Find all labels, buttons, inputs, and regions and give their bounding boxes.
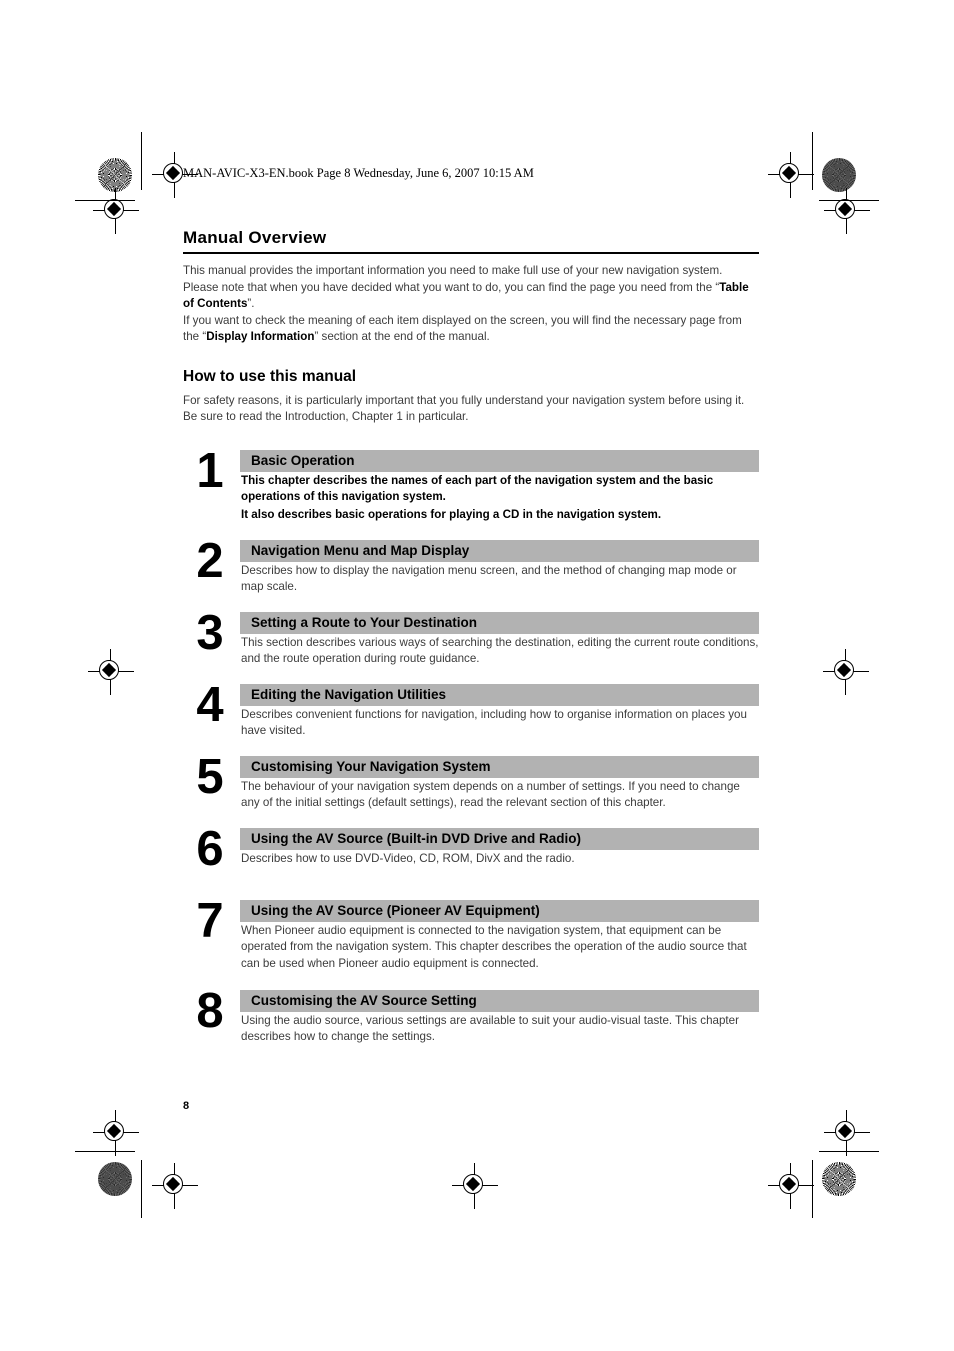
file-stamp-header: MAN-AVIC-X3-EN.book Page 8 Wednesday, Ju…: [183, 166, 534, 180]
chapter-description: Describes how to use DVD-Video, CD, ROM,…: [241, 851, 575, 865]
chapter-body: Setting a Route to Your Destination This…: [240, 611, 759, 668]
chapter-heading-bar: Navigation Menu and Map Display: [240, 539, 759, 562]
manual-overview-paragraph-1: This manual provides the important infor…: [183, 264, 723, 277]
chapter-body: Editing the Navigation Utilities Describ…: [240, 683, 759, 740]
registration-mark-top-right: [768, 152, 814, 198]
chapter-body: Using the AV Source (Built-in DVD Drive …: [240, 827, 759, 868]
chapter-entry: 8 Customising the AV Source Setting Usin…: [183, 984, 759, 1050]
registration-mark-bottom-center: [452, 1163, 498, 1209]
chapter-body: Using the AV Source (Pioneer AV Equipmen…: [240, 899, 759, 973]
trim-guide-bottom-right-horizontal: [819, 1151, 879, 1152]
rosette-mark-bottom-right: [822, 1162, 856, 1196]
chapter-entry: 3 Setting a Route to Your Destination Th…: [183, 606, 759, 684]
registration-mark-top-left-inner: [93, 188, 139, 234]
rosette-mark-top-left: [98, 158, 132, 192]
chapter-description: This chapter describes the names of each…: [241, 473, 714, 504]
registration-mark-top-right-inner: [824, 188, 870, 234]
trim-guide-top-right-vertical: [812, 132, 813, 190]
rosette-mark-top-right: [822, 158, 856, 192]
chapter-heading-bar: Customising Your Navigation System: [240, 755, 759, 778]
chapter-entry: 5 Customising Your Navigation System The…: [183, 750, 759, 828]
trim-guide-top-left-horizontal: [75, 200, 135, 201]
chapter-1-cd-text-a: It also describes basic operations for p…: [241, 507, 503, 521]
chapter-entry: 6 Using the AV Source (Built-in DVD Driv…: [183, 822, 759, 900]
trim-guide-bottom-left-vertical: [141, 1160, 142, 1218]
registration-mark-bottom-left-inner: [93, 1110, 139, 1156]
document-page: MAN-AVIC-X3-EN.book Page 8 Wednesday, Ju…: [0, 0, 954, 1351]
registration-mark-middle-left: [88, 649, 134, 695]
page-number: 8: [183, 1100, 190, 1112]
trim-guide-bottom-left-horizontal: [75, 1151, 135, 1152]
registration-mark-bottom-right: [768, 1163, 814, 1209]
manual-overview-p3-text-c: ” section at the end of the manual.: [314, 330, 490, 343]
chapter-description: The behaviour of your navigation system …: [241, 779, 740, 810]
chapter-number: 8: [196, 983, 224, 1038]
chapter-description: When Pioneer audio equipment is connecte…: [241, 923, 747, 970]
chapter-number: 1: [196, 443, 224, 498]
display-information-reference: Display Information: [206, 330, 315, 343]
page-title: Manual Overview: [183, 228, 327, 247]
chapter-number: 2: [196, 533, 224, 588]
cd-reference: CD: [502, 507, 520, 521]
chapter-heading-bar: Basic Operation: [240, 449, 759, 472]
chapter-body: Customising the AV Source Setting Using …: [240, 989, 759, 1046]
trim-guide-bottom-right-vertical: [812, 1160, 813, 1218]
page-content: Manual Overview This manual provides the…: [183, 228, 759, 1050]
manual-overview-paragraph-3: If you want to check the meaning of each…: [183, 313, 759, 346]
chapter-description: Describes convenient functions for navig…: [241, 707, 747, 738]
chapter-body: Basic Operation This chapter describes t…: [240, 449, 759, 524]
chapter-list: 1 Basic Operation This chapter describes…: [183, 444, 759, 1050]
chapter-number: 3: [196, 605, 224, 660]
chapter-entry: 4 Editing the Navigation Utilities Descr…: [183, 678, 759, 756]
trim-guide-top-right-horizontal: [819, 200, 879, 201]
chapter-description: Using the audio source, various settings…: [241, 1013, 739, 1044]
chapter-body: Navigation Menu and Map Display Describe…: [240, 539, 759, 596]
registration-mark-bottom-right-inner: [824, 1110, 870, 1156]
chapter-heading-bar: Customising the AV Source Setting: [240, 989, 759, 1012]
chapter-entry: 7 Using the AV Source (Pioneer AV Equipm…: [183, 894, 759, 990]
registration-mark-bottom-left: [152, 1163, 198, 1209]
chapter-heading-bar: Setting a Route to Your Destination: [240, 611, 759, 634]
chapter-entry: 1 Basic Operation This chapter describes…: [183, 444, 759, 540]
how-to-use-paragraph: For safety reasons, it is particularly i…: [183, 393, 745, 424]
chapter-1-cd-text-c: in the navigation system.: [519, 507, 662, 521]
chapter-heading-bar: Editing the Navigation Utilities: [240, 683, 759, 706]
manual-overview-paragraph-2: Please note that when you have decided w…: [183, 280, 759, 313]
chapter-description-extra: It also describes basic operations for p…: [241, 507, 759, 524]
manual-overview-p2-text-a: Please note that when you have decided w…: [183, 280, 720, 294]
trim-guide-top-left-vertical: [141, 132, 142, 190]
chapter-heading-bar: Using the AV Source (Built-in DVD Drive …: [240, 827, 759, 850]
registration-mark-middle-right: [823, 649, 869, 695]
chapter-entry: 2 Navigation Menu and Map Display Descri…: [183, 534, 759, 612]
chapter-body: Customising Your Navigation System The b…: [240, 755, 759, 812]
chapter-number: 7: [196, 893, 224, 948]
chapter-description: Describes how to display the navigation …: [241, 563, 737, 594]
rosette-mark-bottom-left: [98, 1162, 132, 1196]
how-to-use-title: How to use this manual: [183, 367, 357, 385]
title-underline: [183, 252, 759, 254]
chapter-number: 5: [196, 749, 224, 804]
manual-overview-p2-text-c: ”.: [247, 297, 255, 310]
chapter-description: This section describes various ways of s…: [241, 635, 759, 666]
chapter-number: 4: [196, 677, 224, 732]
chapter-heading-bar: Using the AV Source (Pioneer AV Equipmen…: [240, 899, 759, 922]
chapter-number: 6: [196, 821, 224, 876]
